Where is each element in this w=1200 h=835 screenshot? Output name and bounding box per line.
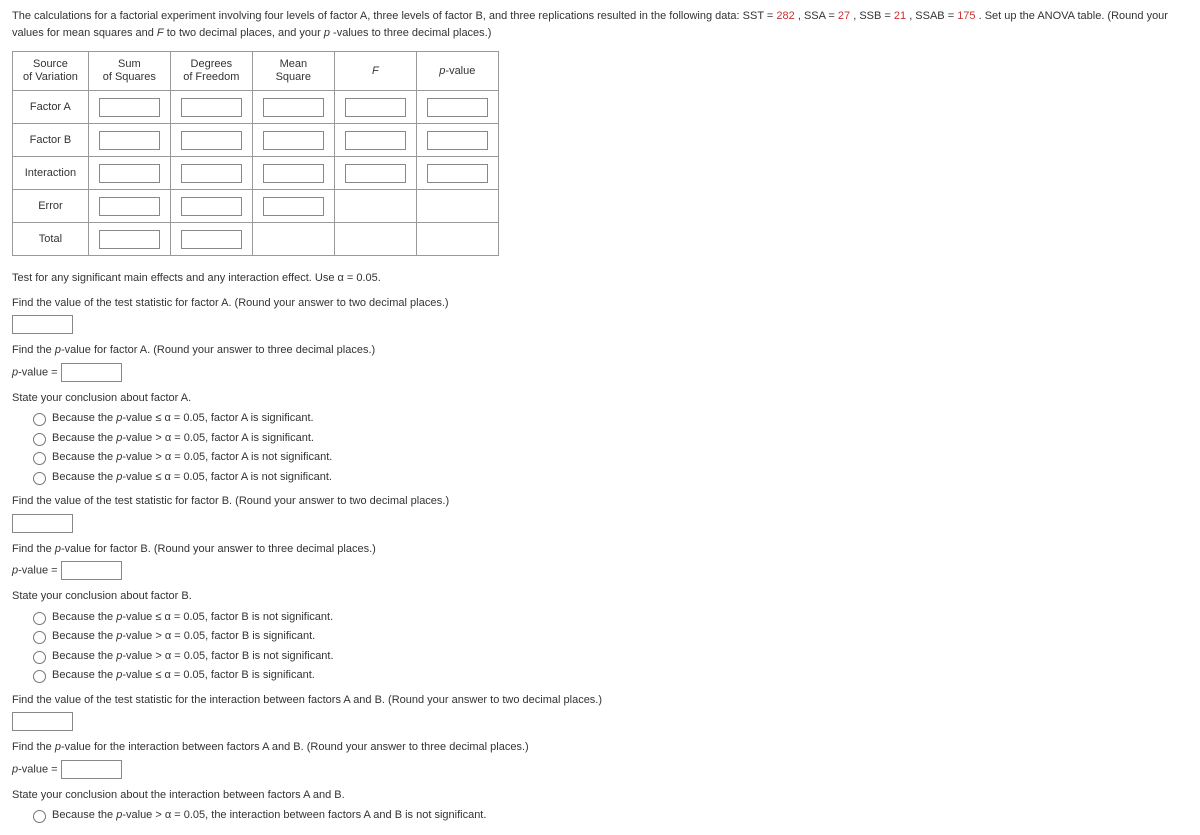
- intro-text-4: , SSAB =: [909, 10, 957, 22]
- col-header-ms: MeanSquare: [252, 52, 334, 91]
- col-header-df: Degreesof Freedom: [170, 52, 252, 91]
- col-header-f: F: [334, 52, 416, 91]
- intro-text-7: -values to three decimal places.): [333, 27, 491, 39]
- ssab-value: 175: [957, 10, 975, 22]
- radio-b-opt1[interactable]: [33, 612, 46, 625]
- input-a-df[interactable]: [181, 98, 242, 117]
- input-err-ms[interactable]: [263, 197, 324, 216]
- state-conclusion-a: State your conclusion about factor A.: [12, 390, 1188, 407]
- input-b-df[interactable]: [181, 131, 242, 150]
- intro-text-3: , SSB =: [853, 10, 894, 22]
- input-a-ss[interactable]: [99, 98, 160, 117]
- input-tot-ss[interactable]: [99, 230, 160, 249]
- intro-paragraph: The calculations for a factorial experim…: [12, 8, 1188, 41]
- ssb-value: 21: [894, 10, 906, 22]
- input-pvalue-b[interactable]: [61, 561, 122, 580]
- radio-b-opt2-label: Because the p-value > α = 0.05, factor B…: [52, 630, 315, 642]
- table-row-error: Error: [13, 190, 499, 223]
- row-label-err: Error: [13, 190, 89, 223]
- input-err-df[interactable]: [181, 197, 242, 216]
- table-row-factor-b: Factor B: [13, 124, 499, 157]
- table-row-interaction: Interaction: [13, 157, 499, 190]
- input-pvalue-a[interactable]: [61, 363, 122, 382]
- row-label-a: Factor A: [13, 91, 89, 124]
- ssa-value: 27: [838, 10, 850, 22]
- find-test-stat-a: Find the value of the test statistic for…: [12, 295, 1188, 312]
- radio-b-opt4-label: Because the p-value ≤ α = 0.05, factor B…: [52, 669, 315, 681]
- radio-a-opt4[interactable]: [33, 472, 46, 485]
- input-a-f[interactable]: [345, 98, 406, 117]
- radio-a-opt3-label: Because the p-value > α = 0.05, factor A…: [52, 451, 332, 463]
- radio-a-opt1[interactable]: [33, 413, 46, 426]
- intro-text-2: , SSA =: [798, 10, 838, 22]
- input-int-ms[interactable]: [263, 164, 324, 183]
- input-b-f[interactable]: [345, 131, 406, 150]
- input-b-ss[interactable]: [99, 131, 160, 150]
- input-test-stat-a[interactable]: [12, 315, 73, 334]
- pvalue-a-row: p-value =: [12, 363, 1188, 382]
- pvalue-b-row: p-value =: [12, 561, 1188, 580]
- radio-b-opt1-label: Because the p-value ≤ α = 0.05, factor B…: [52, 611, 333, 623]
- input-test-stat-b[interactable]: [12, 514, 73, 533]
- radio-a-opt3[interactable]: [33, 452, 46, 465]
- state-conclusion-ab: State your conclusion about the interact…: [12, 787, 1188, 804]
- radio-b-opt3-label: Because the p-value > α = 0.05, factor B…: [52, 650, 334, 662]
- input-tot-df[interactable]: [181, 230, 242, 249]
- p-italic: p: [324, 27, 330, 39]
- radio-a-opt2-label: Because the p-value > α = 0.05, factor A…: [52, 432, 314, 444]
- find-test-stat-b: Find the value of the test statistic for…: [12, 493, 1188, 510]
- input-int-p[interactable]: [427, 164, 488, 183]
- col-header-source: Sourceof Variation: [13, 52, 89, 91]
- radio-a-opt4-label: Because the p-value ≤ α = 0.05, factor A…: [52, 471, 332, 483]
- input-err-ss[interactable]: [99, 197, 160, 216]
- intro-text-6: to two decimal places, and your: [167, 27, 324, 39]
- find-pvalue-a: Find the p-value for factor A. (Round yo…: [12, 342, 1188, 359]
- input-b-p[interactable]: [427, 131, 488, 150]
- find-pvalue-b: Find the p-value for factor B. (Round yo…: [12, 541, 1188, 558]
- col-header-ss: Sumof Squares: [88, 52, 170, 91]
- intro-text-1: The calculations for a factorial experim…: [12, 10, 776, 22]
- row-label-int: Interaction: [13, 157, 89, 190]
- sst-value: 282: [776, 10, 794, 22]
- row-label-b: Factor B: [13, 124, 89, 157]
- table-row-total: Total: [13, 223, 499, 256]
- find-test-stat-ab: Find the value of the test statistic for…: [12, 692, 1188, 709]
- input-int-f[interactable]: [345, 164, 406, 183]
- input-int-ss[interactable]: [99, 164, 160, 183]
- input-a-ms[interactable]: [263, 98, 324, 117]
- test-instruction: Test for any significant main effects an…: [12, 270, 1188, 287]
- input-a-p[interactable]: [427, 98, 488, 117]
- input-int-df[interactable]: [181, 164, 242, 183]
- radio-a-opt2[interactable]: [33, 433, 46, 446]
- state-conclusion-b: State your conclusion about factor B.: [12, 588, 1188, 605]
- table-row-factor-a: Factor A: [13, 91, 499, 124]
- input-pvalue-ab[interactable]: [61, 760, 122, 779]
- radio-b-opt2[interactable]: [33, 631, 46, 644]
- radio-b-opt3[interactable]: [33, 651, 46, 664]
- find-pvalue-ab: Find the p-value for the interaction bet…: [12, 739, 1188, 756]
- col-header-pvalue: p-value: [416, 52, 498, 91]
- radio-ab-opt1[interactable]: [33, 810, 46, 823]
- pvalue-ab-row: p-value =: [12, 760, 1188, 779]
- f-italic: F: [157, 27, 164, 39]
- row-label-tot: Total: [13, 223, 89, 256]
- radio-ab-opt1-label: Because the p-value > α = 0.05, the inte…: [52, 809, 486, 821]
- anova-table: Sourceof Variation Sumof Squares Degrees…: [12, 51, 499, 256]
- input-b-ms[interactable]: [263, 131, 324, 150]
- radio-a-opt1-label: Because the p-value ≤ α = 0.05, factor A…: [52, 412, 314, 424]
- input-test-stat-ab[interactable]: [12, 712, 73, 731]
